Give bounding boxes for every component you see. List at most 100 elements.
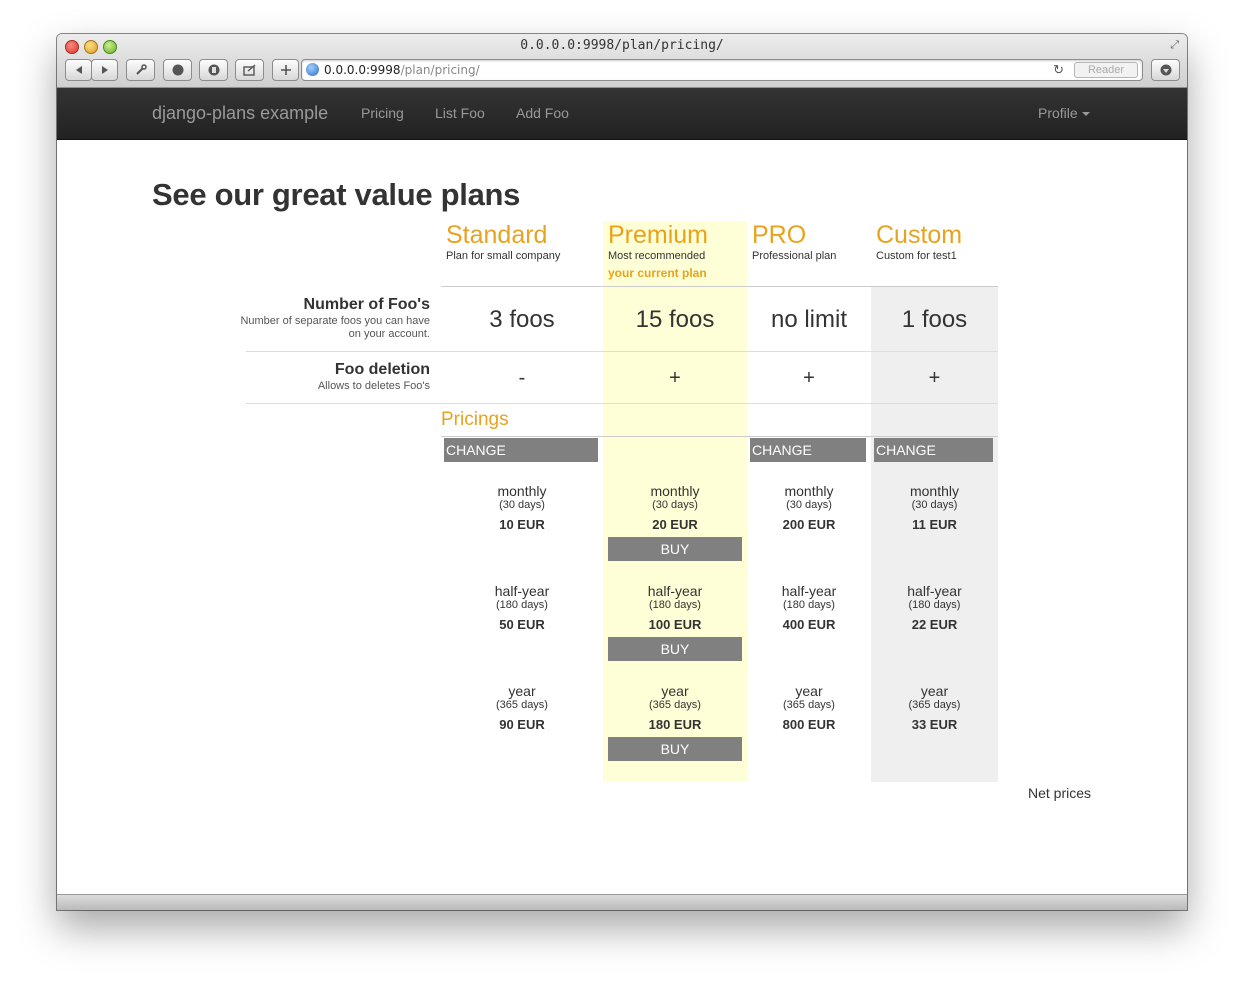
period-pro-monthly: monthly	[784, 483, 834, 499]
nav-pricing[interactable]: Pricing	[361, 105, 404, 121]
back-button[interactable]	[65, 59, 92, 81]
quota-pro: no limit	[770, 306, 848, 333]
price-premium-monthly: 20 EUR	[652, 517, 698, 532]
nav-add-foo[interactable]: Add Foo	[516, 105, 569, 121]
days-standard-half-year: (180 days)	[496, 599, 548, 611]
hand-icon	[208, 64, 219, 76]
reload-icon[interactable]: ↻	[1053, 60, 1064, 80]
url-path: /plan/pricing/	[400, 63, 480, 77]
change-plan-button-standard[interactable]: CHANGE	[444, 438, 598, 462]
deletion-pro: +	[803, 367, 815, 389]
feature-name-foo-count: Number of Foo's	[303, 296, 430, 313]
price-premium-half-year: 100 EUR	[648, 617, 702, 632]
plan-name-custom: Custom	[876, 221, 963, 249]
price-standard-monthly: 10 EUR	[499, 517, 545, 532]
quota-standard: 3 foos	[489, 306, 555, 333]
days-standard-monthly: (30 days)	[499, 499, 545, 511]
downloads-button[interactable]	[1151, 59, 1180, 81]
deletion-premium: +	[669, 367, 681, 389]
price-custom-year: 33 EUR	[911, 717, 958, 732]
net-prices-note: Net prices	[1028, 785, 1092, 801]
price-pro-year: 800 EUR	[782, 717, 836, 732]
feature-name-foo-deletion: Foo deletion	[334, 361, 430, 378]
site-navbar: django-plans example Pricing List Foo Ad…	[57, 88, 1187, 140]
plan-desc-custom: Custom for test1	[876, 250, 957, 262]
divider	[441, 286, 998, 287]
plan-name-pro: PRO	[752, 221, 807, 249]
change-plan-button-pro[interactable]: CHANGE	[750, 438, 866, 462]
share-button[interactable]	[235, 59, 264, 81]
change-plan-button-custom[interactable]: CHANGE	[874, 438, 993, 462]
download-icon	[1160, 64, 1171, 76]
period-premium-monthly: monthly	[650, 483, 700, 499]
feature-desc-foo-count: Number of separate foos you can have on …	[240, 315, 430, 340]
brand-link[interactable]: django-plans example	[152, 103, 328, 124]
plan-desc-premium: Most recommended	[608, 250, 706, 262]
buy-premium-half-year-button[interactable]: BUY	[608, 637, 742, 661]
plan-name-standard: Standard	[446, 221, 548, 249]
days-custom-year: (365 days)	[908, 699, 961, 711]
days-custom-half-year: (180 days)	[908, 599, 961, 611]
forward-arrow-icon	[101, 66, 108, 74]
divider	[246, 403, 998, 404]
buy-premium-monthly-button[interactable]: BUY	[608, 537, 742, 561]
period-custom-half-year: half-year	[907, 583, 962, 599]
reader-button[interactable]: Reader	[1074, 62, 1138, 78]
url-bar[interactable]: 0.0.0.0:9998/plan/pricing/ ↻ Reader	[301, 59, 1143, 81]
price-custom-half-year: 22 EUR	[911, 617, 958, 632]
wrench-button[interactable]	[126, 59, 155, 81]
buy-premium-year-button[interactable]: BUY	[608, 737, 742, 761]
caret-down-icon	[1081, 112, 1090, 117]
browser-titlebar: 0.0.0.0:9998/plan/pricing/ ⤢ 0.0.0.0:999…	[57, 34, 1187, 88]
deletion-custom: +	[928, 367, 941, 389]
price-premium-year: 180 EUR	[648, 717, 702, 732]
days-premium-half-year: (180 days)	[649, 599, 701, 611]
price-standard-half-year: 50 EUR	[499, 617, 545, 632]
plus-icon	[280, 65, 291, 75]
dark-circle-icon	[172, 64, 183, 76]
quota-custom: 1 foos	[901, 306, 968, 333]
plan-desc-pro: Professional plan	[752, 250, 837, 262]
period-standard-half-year: half-year	[494, 583, 550, 599]
period-standard-monthly: monthly	[497, 483, 547, 499]
back-arrow-icon	[75, 66, 82, 74]
quota-premium: 15 foos	[635, 306, 715, 333]
period-premium-half-year: half-year	[647, 583, 703, 599]
browser-status-bar	[57, 894, 1187, 910]
plan-name-premium: Premium	[608, 221, 709, 249]
forward-button[interactable]	[91, 59, 118, 81]
url-host: 0.0.0.0:9998	[324, 63, 401, 77]
profile-label: Profile	[1038, 105, 1078, 121]
divider	[441, 436, 998, 437]
pricings-heading: Pricings	[441, 409, 509, 430]
period-pro-year: year	[795, 683, 823, 699]
wrench-icon	[135, 64, 147, 75]
extension-button-2[interactable]	[199, 59, 228, 81]
price-pro-monthly: 200 EUR	[782, 517, 836, 532]
nav-list-foo[interactable]: List Foo	[435, 105, 485, 121]
current-plan-label: your current plan	[608, 266, 707, 280]
price-pro-half-year: 400 EUR	[782, 617, 836, 632]
days-pro-monthly: (30 days)	[786, 499, 832, 511]
period-premium-year: year	[661, 683, 689, 699]
feature-desc-foo-deletion: Allows to deletes Foo's	[317, 380, 430, 392]
days-standard-year: (365 days)	[496, 699, 548, 711]
price-custom-monthly: 11 EUR	[912, 517, 957, 532]
globe-icon	[306, 63, 319, 76]
extension-button-1[interactable]	[163, 59, 192, 81]
period-pro-half-year: half-year	[781, 583, 837, 599]
browser-window: 0.0.0.0:9998/plan/pricing/ ⤢ 0.0.0.0:999…	[57, 34, 1187, 910]
period-custom-year: year	[920, 683, 949, 699]
days-custom-monthly: (30 days)	[911, 499, 958, 511]
price-standard-year: 90 EUR	[499, 717, 545, 732]
days-premium-year: (365 days)	[649, 699, 701, 711]
page-title: See our great value plans	[152, 177, 521, 212]
profile-dropdown[interactable]: Profile	[1038, 105, 1090, 121]
url-text: 0.0.0.0:9998/plan/pricing/	[324, 60, 480, 80]
fullscreen-icon[interactable]: ⤢	[1170, 39, 1179, 52]
period-standard-year: year	[508, 683, 536, 699]
add-bookmark-button[interactable]	[272, 59, 299, 81]
period-custom-monthly: monthly	[909, 483, 960, 499]
days-premium-monthly: (30 days)	[652, 499, 698, 511]
divider	[246, 351, 998, 352]
